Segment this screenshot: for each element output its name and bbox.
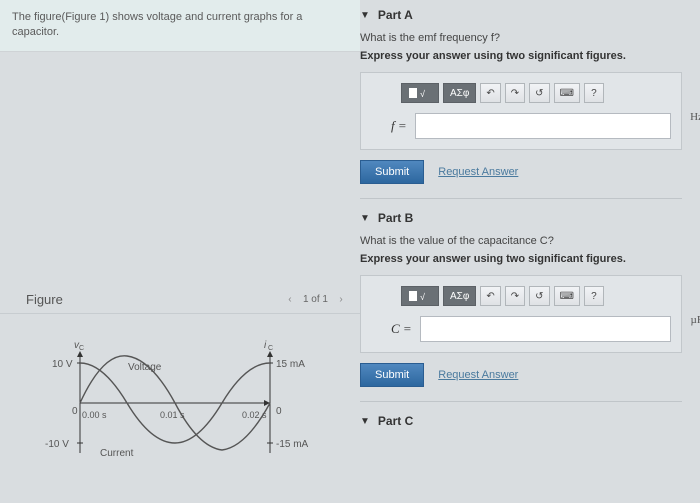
greek-button[interactable]: ΑΣφ xyxy=(443,83,476,103)
part-a-title: Part A xyxy=(378,8,413,22)
part-b-instruction: Express your answer using two significan… xyxy=(360,253,682,265)
svg-text:0: 0 xyxy=(276,406,282,417)
part-a-answer-box: √ ΑΣφ ↶ ↷ ↺ ⌨ ? f = Hz xyxy=(360,72,682,150)
figure-next-button[interactable]: › xyxy=(334,292,348,306)
part-a: ▼ Part A What is the emf frequency f? Ex… xyxy=(360,8,682,184)
svg-text:-10 V: -10 V xyxy=(45,439,69,450)
templates-button[interactable]: √ xyxy=(401,83,439,103)
svg-text:√: √ xyxy=(420,89,425,99)
svg-text:Current: Current xyxy=(100,448,134,459)
part-a-var-label: f = xyxy=(391,118,407,134)
svg-text:i: i xyxy=(264,340,267,351)
svg-text:10 V: 10 V xyxy=(52,359,73,370)
collapse-icon[interactable]: ▼ xyxy=(360,213,370,224)
part-b-question: What is the value of the capacitance C? xyxy=(360,235,682,247)
intro-text: The figure(Figure 1) shows voltage and c… xyxy=(0,0,360,52)
redo-button[interactable]: ↷ xyxy=(505,83,525,103)
keyboard-button[interactable]: ⌨ xyxy=(554,286,580,306)
svg-text:0.00 s: 0.00 s xyxy=(82,410,107,420)
part-a-unit: Hz xyxy=(690,111,700,123)
svg-text:√: √ xyxy=(420,292,425,302)
part-b-unit: µF xyxy=(691,314,700,326)
undo-button[interactable]: ↶ xyxy=(480,286,500,306)
figure-nav: ‹ 1 of 1 › xyxy=(283,292,348,306)
reset-button[interactable]: ↺ xyxy=(529,286,549,306)
figure-nav-label: 1 of 1 xyxy=(303,294,328,305)
collapse-icon[interactable]: ▼ xyxy=(360,416,370,427)
help-button[interactable]: ? xyxy=(584,286,604,306)
part-b: ▼ Part B What is the value of the capaci… xyxy=(360,211,682,387)
keyboard-button[interactable]: ⌨ xyxy=(554,83,580,103)
greek-button[interactable]: ΑΣφ xyxy=(443,286,476,306)
part-a-question: What is the emf frequency f? xyxy=(360,32,682,44)
part-a-submit-button[interactable]: Submit xyxy=(360,160,424,184)
figure-prev-button[interactable]: ‹ xyxy=(283,292,297,306)
part-b-answer-input[interactable] xyxy=(420,316,671,342)
svg-text:0: 0 xyxy=(72,406,78,417)
part-b-var-label: C = xyxy=(391,321,412,337)
voltage-current-graph: 10 V -10 V 0 vC 15 mA 0 -15 mA iC 0.00 s… xyxy=(30,338,310,468)
part-a-toolbar: √ ΑΣφ ↶ ↷ ↺ ⌨ ? xyxy=(401,83,671,103)
collapse-icon[interactable]: ▼ xyxy=(360,10,370,21)
svg-text:15 mA: 15 mA xyxy=(276,359,305,370)
svg-text:C: C xyxy=(79,345,84,352)
figure-title: Figure xyxy=(26,292,63,307)
part-b-submit-button[interactable]: Submit xyxy=(360,363,424,387)
redo-button[interactable]: ↷ xyxy=(505,286,525,306)
reset-button[interactable]: ↺ xyxy=(529,83,549,103)
part-c: ▼ Part C xyxy=(360,414,682,428)
part-a-instruction: Express your answer using two significan… xyxy=(360,50,682,62)
svg-text:C: C xyxy=(268,345,273,352)
undo-button[interactable]: ↶ xyxy=(480,83,500,103)
part-b-request-answer-link[interactable]: Request Answer xyxy=(438,369,518,381)
part-b-toolbar: √ ΑΣφ ↶ ↷ ↺ ⌨ ? xyxy=(401,286,671,306)
svg-text:-15 mA: -15 mA xyxy=(276,439,309,450)
help-button[interactable]: ? xyxy=(584,83,604,103)
part-a-request-answer-link[interactable]: Request Answer xyxy=(438,166,518,178)
figure-area: 10 V -10 V 0 vC 15 mA 0 -15 mA iC 0.00 s… xyxy=(0,313,360,480)
part-a-answer-input[interactable] xyxy=(415,113,671,139)
part-c-title: Part C xyxy=(378,414,413,428)
templates-button[interactable]: √ xyxy=(401,286,439,306)
part-b-title: Part B xyxy=(378,211,413,225)
part-b-answer-box: √ ΑΣφ ↶ ↷ ↺ ⌨ ? C = µF xyxy=(360,275,682,353)
svg-text:Voltage: Voltage xyxy=(128,362,162,373)
